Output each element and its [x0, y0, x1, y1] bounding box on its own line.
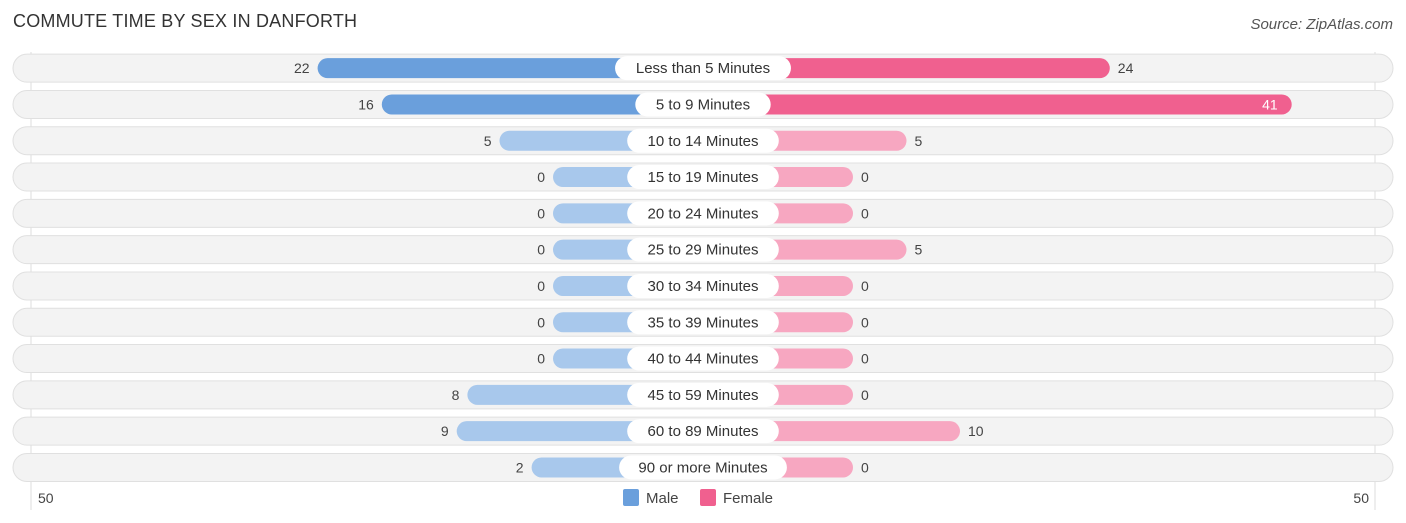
- female-value-label: 24: [1118, 60, 1134, 76]
- male-value-label: 8: [452, 387, 460, 403]
- male-value-label: 0: [537, 278, 545, 294]
- axis-label-right: 50: [1353, 490, 1369, 506]
- male-value-label: 2: [516, 459, 524, 475]
- female-value-label: 0: [861, 387, 869, 403]
- category-label: 90 or more Minutes: [638, 459, 767, 476]
- female-value-label: 0: [861, 205, 869, 221]
- male-value-label: 16: [358, 96, 374, 112]
- category-label: 10 to 14 Minutes: [648, 133, 759, 150]
- male-value-label: 9: [441, 423, 449, 439]
- legend-label-male: Male: [646, 490, 679, 507]
- category-label: Less than 5 Minutes: [636, 60, 770, 77]
- female-bar: [703, 94, 1292, 115]
- category-label: 60 to 89 Minutes: [648, 423, 759, 440]
- female-value-label: 5: [915, 133, 923, 149]
- male-value-label: 0: [537, 205, 545, 221]
- legend-swatch-male: [623, 489, 639, 506]
- female-value-label: 0: [861, 351, 869, 367]
- legend-label-female: Female: [723, 490, 773, 507]
- female-value-label: 0: [861, 169, 869, 185]
- female-value-label: 5: [915, 242, 923, 258]
- category-label: 40 to 44 Minutes: [648, 351, 759, 368]
- legend-swatch-female: [700, 489, 716, 506]
- female-value-label: 0: [861, 314, 869, 330]
- female-value-label: 0: [861, 278, 869, 294]
- male-value-label: 5: [484, 133, 492, 149]
- category-label: 5 to 9 Minutes: [656, 96, 750, 113]
- axis-label-left: 50: [38, 490, 54, 506]
- male-value-label: 0: [537, 314, 545, 330]
- category-label: 45 to 59 Minutes: [648, 387, 759, 404]
- male-value-label: 22: [294, 60, 310, 76]
- category-label: 15 to 19 Minutes: [648, 169, 759, 186]
- female-value-label: 10: [968, 423, 984, 439]
- male-value-label: 0: [537, 242, 545, 258]
- female-value-label: 41: [1262, 96, 1278, 112]
- male-value-label: 0: [537, 169, 545, 185]
- chart-canvas: Less than 5 Minutes 22 24 5 to 9 Minutes 16 4…: [12, 52, 1394, 510]
- male-value-label: 0: [537, 351, 545, 367]
- category-label: 35 to 39 Minutes: [648, 314, 759, 331]
- category-label: 30 to 34 Minutes: [648, 278, 759, 295]
- category-label: 25 to 29 Minutes: [648, 242, 759, 259]
- female-value-label: 0: [861, 459, 869, 475]
- category-label: 20 to 24 Minutes: [648, 205, 759, 222]
